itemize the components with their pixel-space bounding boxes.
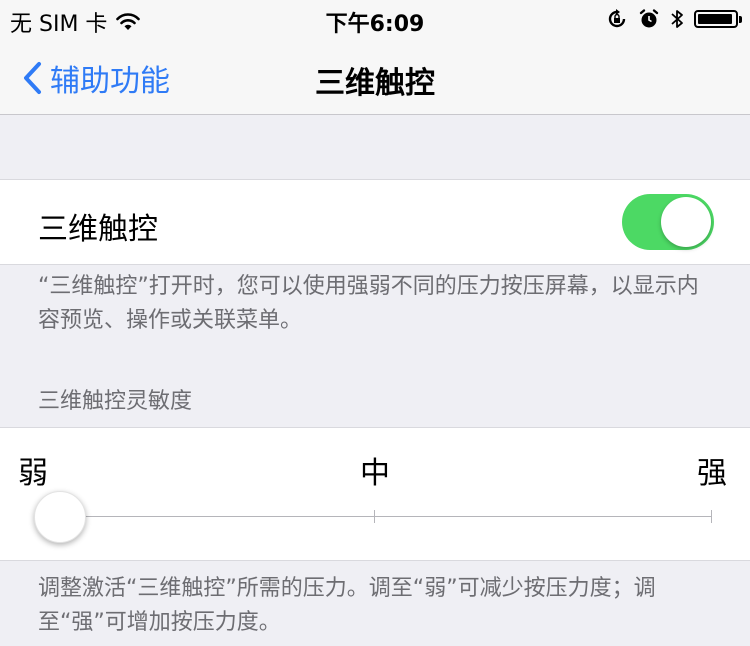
sensitivity-label-strong: 强: [697, 456, 727, 491]
battery-icon: [694, 10, 742, 28]
orientation-lock-icon: [608, 9, 626, 28]
page-title: 三维触控: [315, 66, 435, 101]
sensitivity-slider-row: 弱 中 强: [0, 427, 750, 561]
bluetooth-icon: [671, 10, 683, 28]
sensitivity-slider-track[interactable]: [38, 516, 712, 517]
sensitivity-slider-thumb[interactable]: [34, 491, 86, 543]
3d-touch-toggle-row: 三维触控: [0, 179, 750, 265]
status-bar: 无 SIM 卡 下午6:09: [0, 0, 750, 40]
sensitivity-label-medium: 中: [360, 456, 390, 491]
sensitivity-description: 调整激活“三维触控”所需的压力。调至“弱”可减少按压力度；调至“强”可增加按压力…: [38, 576, 656, 635]
3d-touch-description: “三维触控”打开时，您可以使用强弱不同的压力按压屏幕，以显示内容预览、操作或关联…: [38, 274, 699, 333]
slider-tick-medium: [374, 510, 375, 523]
sensitivity-section-header: 三维触控灵敏度: [38, 389, 193, 414]
slider-tick-strong: [711, 510, 712, 523]
3d-touch-toggle-label: 三维触控: [38, 212, 158, 247]
switch-knob: [661, 197, 711, 247]
status-right: [606, 8, 742, 30]
navigation-bar: 辅助功能 三维触控: [0, 40, 750, 115]
3d-touch-switch[interactable]: [622, 194, 714, 250]
alarm-icon: [639, 9, 659, 28]
sensitivity-label-weak: 弱: [18, 456, 48, 491]
